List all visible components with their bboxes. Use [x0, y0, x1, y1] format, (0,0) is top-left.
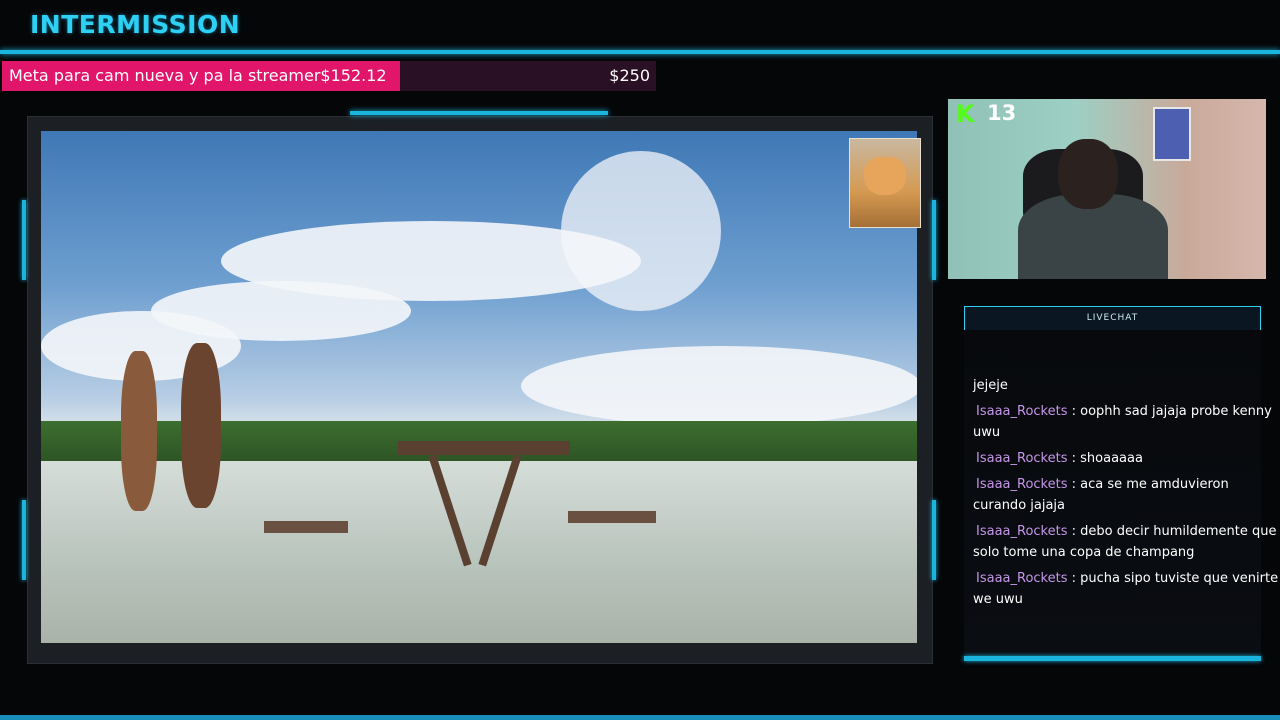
chat-username[interactable]: Isaaa_Rockets: [973, 524, 1068, 539]
chat-username[interactable]: Isaaa_Rockets: [973, 571, 1068, 586]
chat-bottom-accent: [964, 656, 1261, 661]
streamer-webcam: [948, 99, 1266, 279]
chat-username[interactable]: Isaaa_Rockets: [973, 451, 1068, 466]
shallow-water: [41, 461, 917, 643]
chat-message: Isaaa_Rockets : oophh sad jajaja probe k…: [973, 401, 1280, 443]
chat-username[interactable]: Isaaa_Rockets: [973, 477, 1068, 492]
donation-goal-bar: Meta para cam nueva y pa la streamer$152…: [2, 61, 656, 91]
donation-goal-target: $250: [609, 66, 650, 85]
video-player[interactable]: [41, 131, 917, 643]
chat-username[interactable]: Isaaa_Rockets: [973, 404, 1068, 419]
livechat-header: LIVECHAT: [964, 306, 1261, 331]
viewer-count: 13: [987, 101, 1017, 125]
bottom-accent-line: [0, 715, 1280, 720]
frame-left-accent-lower: [22, 500, 26, 580]
top-accent-line: [0, 50, 1280, 54]
chat-message: Isaaa_Rockets : pucha sipo tuviste que v…: [973, 568, 1280, 610]
stool: [568, 511, 656, 523]
chat-message: Isaaa_Rockets : aca se me amduvieron cur…: [973, 474, 1280, 516]
frame-right-accent: [932, 200, 936, 280]
intermission-title: INTERMISSION: [30, 10, 241, 39]
frame-top-accent: [350, 111, 608, 115]
streamer-head: [1058, 139, 1118, 209]
person-man: [181, 343, 221, 508]
cat-overlay-image: [849, 138, 921, 228]
chat-message-list[interactable]: jejeje Isaaa_Rockets : oophh sad jajaja …: [973, 375, 1280, 615]
kick-icon: K: [956, 100, 975, 128]
cloud: [521, 346, 917, 426]
frame-left-accent: [22, 200, 26, 280]
donation-goal-label: Meta para cam nueva y pa la streamer$152…: [9, 66, 387, 85]
person-woman: [121, 351, 157, 511]
table-top: [398, 441, 570, 455]
frame-right-accent-lower: [932, 500, 936, 580]
wall-poster: [1153, 107, 1191, 161]
chat-message: Isaaa_Rockets : shoaaaaa: [973, 448, 1280, 469]
chat-message: Isaaa_Rockets : debo decir humildemente …: [973, 521, 1280, 563]
chat-message: jejeje: [973, 378, 1008, 393]
chat-text: : shoaaaaa: [1067, 451, 1143, 466]
stool: [264, 521, 348, 533]
cloud: [561, 151, 721, 311]
cat-face: [864, 157, 906, 195]
